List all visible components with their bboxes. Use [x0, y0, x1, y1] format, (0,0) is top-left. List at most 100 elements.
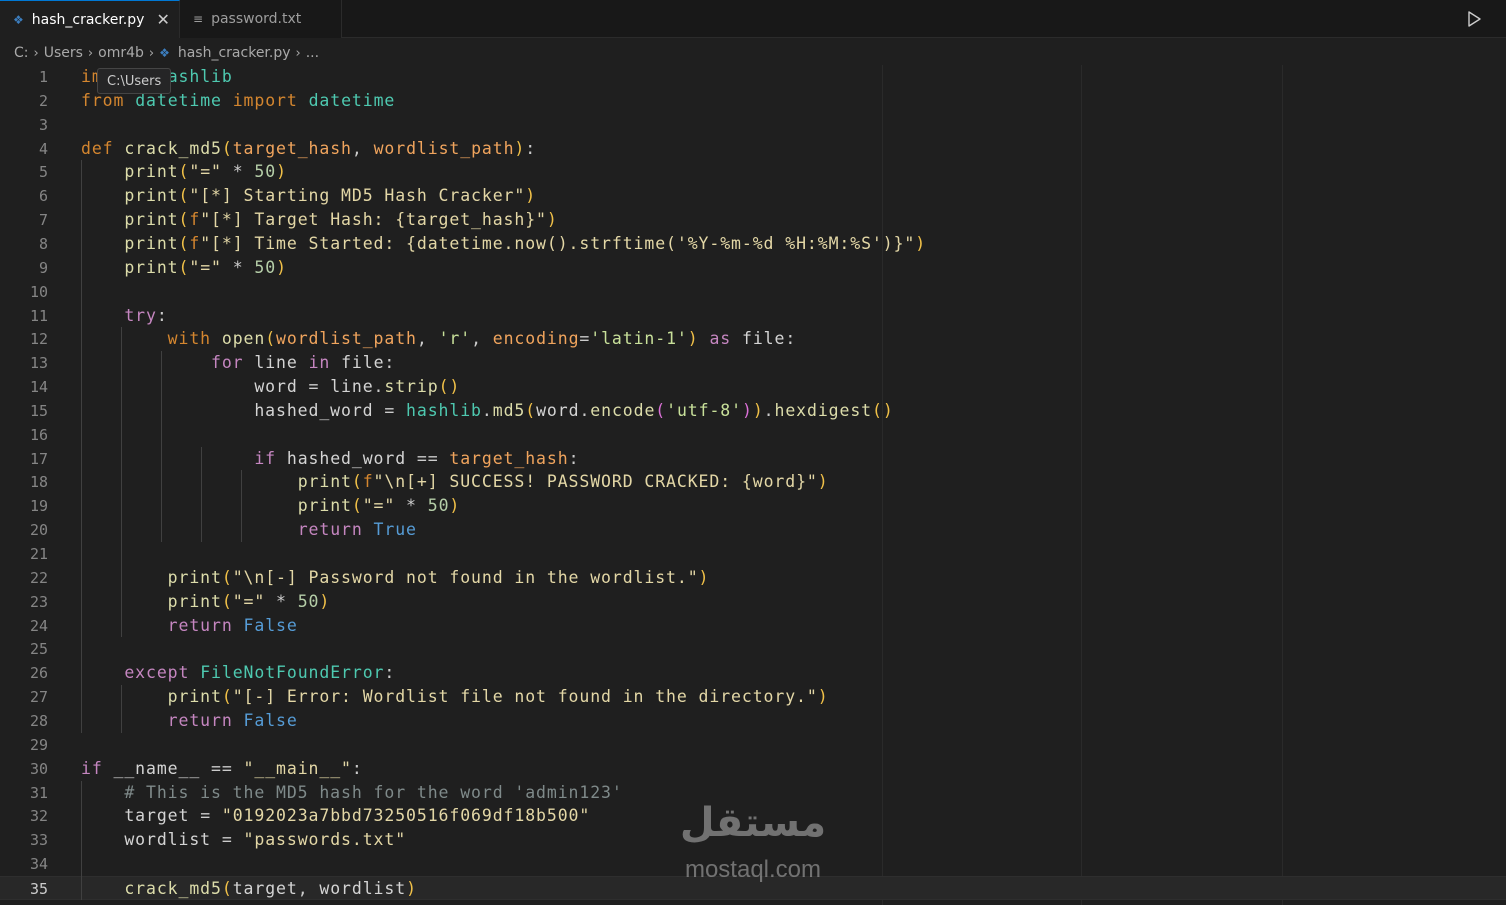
code-text: except FileNotFoundError: — [124, 663, 396, 683]
watermark-latin: mostaql.com — [684, 856, 822, 883]
line-number: 23 — [29, 592, 48, 611]
chevron-right-icon: › — [148, 45, 155, 61]
code-text: print("=" * 50) — [297, 496, 461, 516]
line-number: 35 — [29, 879, 48, 898]
code-line[interactable]: 8 print(f"[*] Time Started: {datetime.no… — [0, 232, 1506, 256]
code-line[interactable]: 16 — [0, 423, 1506, 447]
line-number: 24 — [29, 616, 48, 635]
code-line[interactable]: 10 — [0, 280, 1506, 304]
code-text: word = line.strip() — [254, 377, 461, 397]
line-number: 3 — [38, 115, 48, 134]
line-number: 19 — [29, 497, 48, 516]
code-line[interactable]: 23 print("=" * 50) — [0, 590, 1506, 614]
code-line[interactable]: 11 try: — [0, 304, 1506, 328]
line-number: 31 — [29, 783, 48, 802]
code-text: crack_md5(target, wordlist) — [124, 878, 417, 898]
code-line[interactable]: 1import hashlib — [0, 65, 1506, 89]
line-number: 25 — [29, 640, 48, 659]
close-icon[interactable]: ✕ — [156, 10, 169, 29]
code-line[interactable]: 14 word = line.strip() — [0, 375, 1506, 399]
run-icon[interactable] — [1464, 9, 1484, 29]
breadcrumb-file[interactable]: hash_cracker.py — [178, 45, 291, 61]
watermark: مستقل mostaql.com — [658, 800, 848, 890]
indent-guide — [81, 780, 82, 900]
tab-bar: ❖ hash_cracker.py ✕ ≡ password.txt — [0, 0, 1506, 38]
code-line[interactable]: 6 print("[*] Starting MD5 Hash Cracker") — [0, 184, 1506, 208]
tab-label: password.txt — [211, 11, 302, 27]
watermark-arabic: مستقل — [679, 800, 827, 846]
code-line[interactable]: 19 print("=" * 50) — [0, 494, 1506, 518]
code-line[interactable]: 2 from datetime import datetime — [0, 89, 1506, 113]
code-text: # This is the MD5 hash for the word 'adm… — [124, 782, 623, 802]
code-text: print("[-] Error: Wordlist file not foun… — [167, 687, 829, 707]
code-line[interactable]: 15 hashed_word = hashlib.md5(word.encode… — [0, 399, 1506, 423]
code-line[interactable]: 18 print(f"\n[+] SUCCESS! PASSWORD CRACK… — [0, 470, 1506, 494]
breadcrumb-tooltip: C:\Users — [97, 68, 172, 94]
code-line[interactable]: 7 print(f"[*] Target Hash: {target_hash}… — [0, 208, 1506, 232]
indent-guide — [81, 160, 82, 733]
code-text: if hashed_word == target_hash: — [254, 448, 580, 468]
code-text: print("[*] Starting MD5 Hash Cracker") — [124, 186, 537, 206]
line-number: 12 — [29, 330, 48, 349]
line-number: 6 — [38, 187, 48, 206]
indent-guide — [161, 351, 162, 542]
code-text: try: — [124, 305, 168, 325]
code-text: return False — [167, 615, 298, 635]
code-line[interactable]: 29 — [0, 733, 1506, 757]
code-line[interactable]: 17 if hashed_word == target_hash: — [0, 447, 1506, 471]
line-number: 7 — [38, 211, 48, 230]
indent-guide — [241, 470, 242, 542]
breadcrumb-users[interactable]: Users — [44, 45, 83, 61]
line-number: 33 — [29, 831, 48, 850]
code-text: print("=" * 50) — [167, 591, 331, 611]
indent-guide — [121, 685, 122, 733]
line-number: 30 — [29, 759, 48, 778]
chevron-right-icon: › — [295, 45, 301, 61]
code-text: for line in file: — [211, 353, 396, 373]
line-number: 26 — [29, 664, 48, 683]
line-number: 1 — [38, 68, 48, 86]
code-line[interactable]: 27 print("[-] Error: Wordlist file not f… — [0, 685, 1506, 709]
code-line[interactable]: 26 except FileNotFoundError: — [0, 661, 1506, 685]
code-line[interactable]: 21 — [0, 542, 1506, 566]
code-text: print("=" * 50) — [124, 162, 287, 182]
breadcrumb-user[interactable]: omr4b — [98, 45, 144, 61]
breadcrumb-more[interactable]: ... — [306, 45, 319, 61]
line-number: 11 — [29, 306, 48, 325]
code-line[interactable]: 30 if __name__ == "__main__": — [0, 757, 1506, 781]
code-line[interactable]: 28 return False — [0, 709, 1506, 733]
tab-label: hash_cracker.py — [31, 11, 145, 28]
breadcrumb-drive[interactable]: C: — [14, 45, 29, 61]
code-line[interactable]: 25 — [0, 637, 1506, 661]
line-number: 13 — [29, 354, 48, 373]
code-line[interactable]: 24 return False — [0, 614, 1506, 638]
code-line[interactable]: 4 def crack_md5(target_hash, wordlist_pat… — [0, 137, 1506, 161]
chevron-right-icon: › — [33, 45, 39, 61]
tab-hash-cracker[interactable]: ❖ hash_cracker.py ✕ — [0, 0, 180, 38]
code-line[interactable]: 20 return True — [0, 518, 1506, 542]
line-number: 2 — [38, 91, 48, 110]
line-number: 16 — [29, 425, 48, 444]
line-number: 14 — [29, 378, 48, 397]
code-line[interactable]: 12 with open(wordlist_path, 'r', encodin… — [0, 327, 1506, 351]
code-text: if __name__ == "__main__": — [81, 758, 363, 778]
code-line[interactable]: 13 for line in file: — [0, 351, 1506, 375]
code-line[interactable]: 5 print("=" * 50) — [0, 160, 1506, 184]
tab-password-txt[interactable]: ≡ password.txt — [180, 0, 342, 38]
code-line[interactable]: 9 print("=" * 50) — [0, 256, 1506, 280]
code-text: print(f"[*] Time Started: {datetime.now(… — [124, 233, 927, 253]
code-text: print(f"\n[+] SUCCESS! PASSWORD CRACKED:… — [297, 472, 829, 492]
code-text: return False — [167, 710, 298, 730]
code-editor[interactable]: 1import hashlib2from datetime import dat… — [0, 65, 1506, 905]
line-number: 17 — [29, 449, 48, 468]
line-number: 28 — [29, 711, 48, 730]
line-number: 15 — [29, 401, 48, 420]
line-number: 18 — [29, 473, 48, 492]
code-text: def crack_md5(target_hash, wordlist_path… — [81, 138, 537, 158]
code-text: target = "0192023a7bbd73250516f069df18b5… — [124, 806, 591, 826]
code-text: print("\n[-] Password not found in the w… — [167, 567, 710, 587]
line-number: 10 — [29, 282, 48, 301]
code-line[interactable]: 22 print("\n[-] Password not found in th… — [0, 566, 1506, 590]
code-line[interactable]: 3 — [0, 113, 1506, 137]
line-number: 29 — [29, 735, 48, 754]
